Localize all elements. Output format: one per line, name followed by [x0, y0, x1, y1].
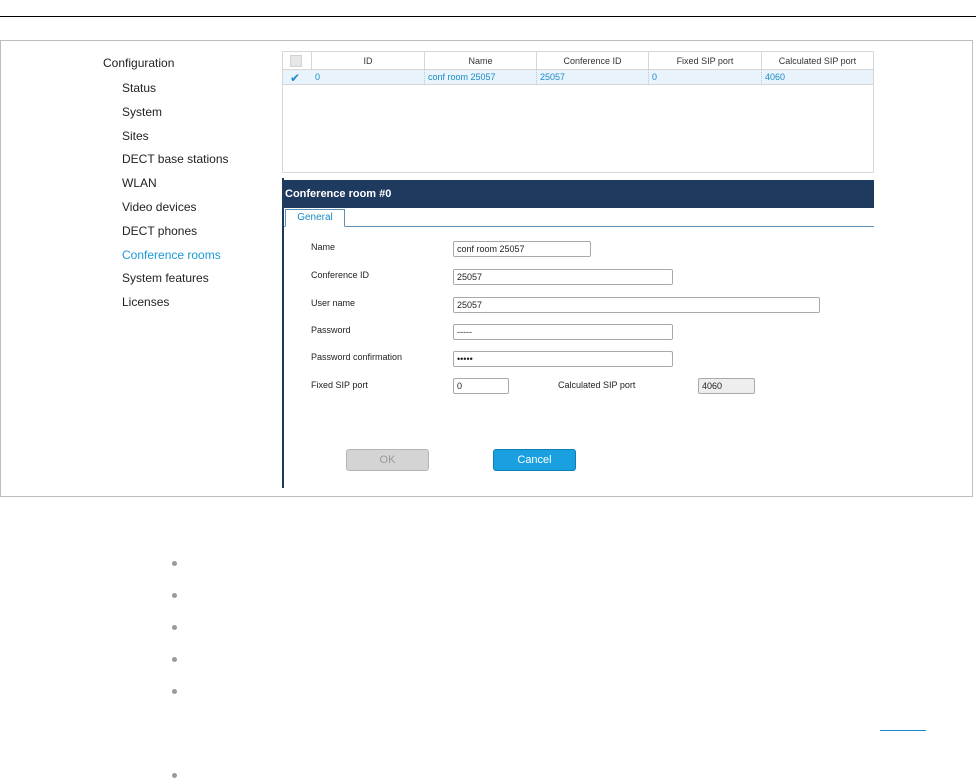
- user-name-input[interactable]: [453, 297, 820, 313]
- bullet-icon: [172, 689, 177, 694]
- fixed-sip-port-input[interactable]: [453, 378, 509, 394]
- user-name-label: User name: [311, 298, 356, 308]
- column-header-conference-id[interactable]: Conference ID: [537, 52, 649, 70]
- conference-id-input[interactable]: [453, 269, 673, 285]
- cell-calculated-sip-port: 4060: [765, 72, 786, 82]
- tab-general[interactable]: General: [285, 209, 345, 227]
- ok-button[interactable]: OK: [346, 449, 429, 471]
- password-confirmation-label: Password confirmation: [311, 352, 403, 362]
- tab-underline: [284, 226, 874, 227]
- column-header-calculated-sip-port[interactable]: Calculated SIP port: [762, 52, 873, 70]
- checkmark-icon[interactable]: ✔: [290, 72, 300, 84]
- password-confirmation-input[interactable]: [453, 351, 673, 367]
- top-rule: [0, 16, 976, 17]
- sidebar-item-status[interactable]: Status: [122, 81, 156, 95]
- cancel-button[interactable]: Cancel: [493, 449, 576, 471]
- fixed-sip-port-label: Fixed SIP port: [311, 380, 368, 390]
- sidebar-item-dect-phones[interactable]: DECT phones: [122, 224, 197, 238]
- sidebar-item-conference-rooms[interactable]: Conference rooms: [122, 248, 221, 262]
- sidebar-item-sites[interactable]: Sites: [122, 129, 149, 143]
- calculated-sip-port-label: Calculated SIP port: [558, 380, 636, 390]
- panel-title: Conference room #0: [282, 180, 874, 208]
- bullet-icon: [172, 561, 177, 566]
- column-header-fixed-sip-port[interactable]: Fixed SIP port: [649, 52, 762, 70]
- select-all-checkbox[interactable]: [290, 55, 302, 67]
- sidebar-item-system[interactable]: System: [122, 105, 162, 119]
- column-header-name[interactable]: Name: [425, 52, 537, 70]
- conference-rooms-table: ID Name Conference ID Fixed SIP port Cal…: [282, 51, 874, 173]
- cell-id: 0: [312, 70, 425, 85]
- name-input[interactable]: [453, 241, 591, 257]
- password-label: Password: [311, 325, 351, 335]
- sidebar-item-licenses[interactable]: Licenses: [122, 295, 169, 309]
- sidebar-item-wlan[interactable]: WLAN: [122, 176, 157, 190]
- panel-left-border: [282, 178, 284, 488]
- cell-conference-id: 25057: [537, 70, 649, 85]
- bullet-icon: [172, 773, 177, 778]
- password-input[interactable]: [453, 324, 673, 340]
- bullet-icon: [172, 657, 177, 662]
- header-select-all[interactable]: [283, 52, 312, 70]
- link-underline[interactable]: [880, 730, 926, 731]
- name-label: Name: [311, 242, 336, 252]
- conference-id-label: Conference ID: [311, 270, 370, 280]
- bullet-icon: [172, 593, 177, 598]
- cell-name: conf room 25057: [425, 70, 537, 85]
- calculated-sip-port-field: [698, 378, 755, 394]
- column-header-id[interactable]: ID: [312, 52, 425, 70]
- sidebar-item-system-features[interactable]: System features: [122, 271, 209, 285]
- bullet-icon: [172, 625, 177, 630]
- cell-fixed-sip-port: 0: [649, 70, 762, 85]
- sidebar-root-configuration[interactable]: Configuration: [103, 56, 174, 70]
- sidebar-item-dect-base-stations[interactable]: DECT base stations: [122, 152, 229, 166]
- sidebar-item-video-devices[interactable]: Video devices: [122, 200, 197, 214]
